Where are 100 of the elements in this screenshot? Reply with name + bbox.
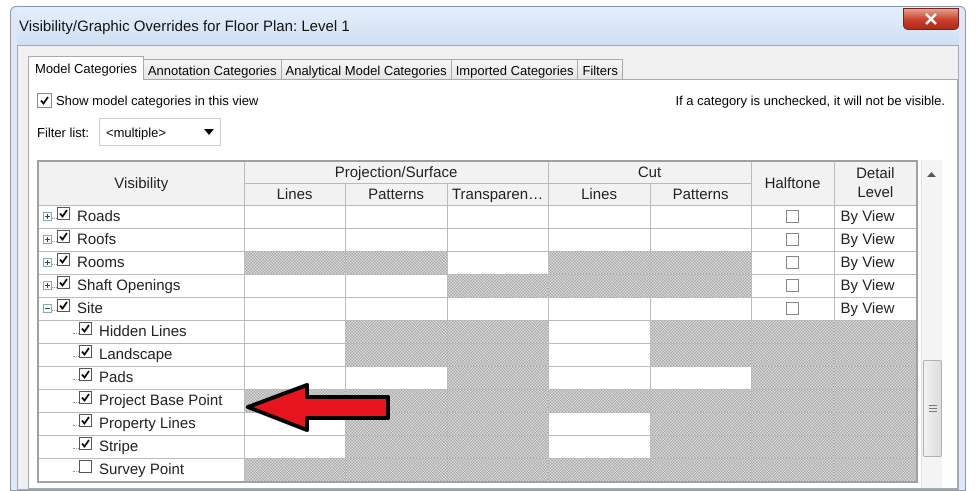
- override-cell[interactable]: [345, 366, 447, 389]
- collapse-icon[interactable]: [43, 304, 52, 313]
- category-name[interactable]: Roads: [77, 208, 120, 225]
- column-group-header: Projection/Surface: [244, 161, 548, 183]
- checkbox[interactable]: [786, 302, 800, 315]
- detail-level-cell[interactable]: By View: [834, 297, 918, 320]
- check-icon: [59, 255, 68, 264]
- column-header[interactable]: Patterns: [345, 183, 447, 205]
- filter-label: Filter list:: [37, 124, 89, 140]
- checkbox[interactable]: [79, 414, 92, 427]
- expand-icon[interactable]: [43, 281, 52, 290]
- checkbox[interactable]: [79, 368, 92, 381]
- halftone-cell[interactable]: [751, 228, 834, 251]
- check-icon: [40, 96, 49, 104]
- expand-icon[interactable]: [43, 258, 52, 267]
- scrollbar[interactable]: [921, 160, 942, 488]
- check-icon: [59, 301, 68, 310]
- checkbox[interactable]: [786, 210, 800, 223]
- tab[interactable]: Annotation Categories: [142, 59, 282, 80]
- override-cell[interactable]: [548, 320, 650, 343]
- override-cell[interactable]: [548, 297, 650, 320]
- check-icon: [81, 439, 90, 448]
- check-icon: [81, 324, 90, 333]
- checkbox[interactable]: [57, 299, 70, 312]
- detail-level-cell[interactable]: By View: [834, 228, 918, 251]
- check-icon: [59, 232, 68, 241]
- close-icon: [924, 13, 938, 25]
- halftone-cell[interactable]: [751, 251, 834, 274]
- close-button[interactable]: [903, 8, 959, 30]
- override-cell[interactable]: [244, 366, 345, 389]
- halftone-cell[interactable]: [751, 297, 834, 320]
- check-icon: [81, 347, 90, 356]
- checkbox[interactable]: [786, 256, 800, 269]
- column-header[interactable]: Detail Level: [834, 161, 918, 205]
- scroll-thumb[interactable]: [923, 360, 942, 457]
- tab[interactable]: Filters: [577, 59, 623, 80]
- override-cell[interactable]: [447, 205, 548, 228]
- checkbox[interactable]: [57, 253, 70, 266]
- override-cell[interactable]: [548, 343, 650, 366]
- column-group-header: Cut: [548, 161, 752, 183]
- detail-level-cell[interactable]: By View: [834, 274, 918, 297]
- override-cell[interactable]: [650, 228, 752, 251]
- override-cell[interactable]: [345, 228, 447, 251]
- caret-icon: [204, 129, 214, 135]
- expand-icon[interactable]: [43, 212, 52, 221]
- column-header[interactable]: Halftone: [751, 161, 834, 205]
- checkbox[interactable]: [57, 230, 70, 243]
- checkbox[interactable]: [79, 322, 92, 335]
- override-cell[interactable]: [548, 228, 650, 251]
- override-cell[interactable]: [345, 274, 447, 297]
- column-header[interactable]: Lines: [548, 183, 650, 205]
- override-cell[interactable]: [650, 366, 752, 389]
- column-header[interactable]: Transparen…: [447, 183, 548, 205]
- checkbox[interactable]: [79, 391, 92, 404]
- filter-dropdown[interactable]: <multiple>: [99, 118, 221, 146]
- checkbox[interactable]: [37, 92, 52, 108]
- override-cell[interactable]: [650, 297, 752, 320]
- override-cell[interactable]: [244, 435, 345, 458]
- tab[interactable]: Analytical Model Categories: [280, 59, 452, 80]
- checkbox[interactable]: [786, 279, 800, 292]
- category-name[interactable]: Rooms: [77, 254, 125, 271]
- expand-icon[interactable]: [43, 235, 52, 244]
- tab[interactable]: Imported Categories: [450, 59, 578, 80]
- override-cell[interactable]: [447, 228, 548, 251]
- checkbox[interactable]: [79, 345, 92, 358]
- override-cell[interactable]: [345, 297, 447, 320]
- checkbox[interactable]: [57, 207, 70, 220]
- override-cell[interactable]: [548, 435, 650, 458]
- override-cell[interactable]: [548, 412, 650, 435]
- checkbox[interactable]: [786, 233, 800, 246]
- checkbox[interactable]: [57, 276, 70, 289]
- column-header[interactable]: Patterns: [650, 183, 752, 205]
- tab[interactable]: Model Categories: [28, 56, 144, 80]
- override-cell[interactable]: [244, 320, 345, 343]
- halftone-cell[interactable]: [751, 274, 834, 297]
- override-cell[interactable]: [548, 366, 650, 389]
- override-cell[interactable]: [548, 205, 650, 228]
- column-header[interactable]: Visibility: [38, 161, 244, 205]
- category-name[interactable]: Stripe: [99, 438, 138, 455]
- detail-level-cell[interactable]: By View: [834, 205, 918, 228]
- category-name[interactable]: Site: [77, 300, 103, 317]
- checkbox[interactable]: [79, 437, 92, 450]
- override-cell[interactable]: [345, 205, 447, 228]
- detail-level-cell[interactable]: By View: [834, 251, 918, 274]
- override-cell[interactable]: [244, 343, 345, 366]
- override-cell[interactable]: [244, 205, 345, 228]
- override-cell[interactable]: [244, 297, 345, 320]
- override-cell[interactable]: [447, 251, 548, 274]
- category-name[interactable]: Roofs: [77, 231, 116, 248]
- check-icon: [81, 416, 90, 425]
- override-cell[interactable]: [650, 205, 752, 228]
- category-name[interactable]: Pads: [99, 369, 134, 386]
- check-icon: [81, 393, 90, 402]
- override-cell[interactable]: [244, 228, 345, 251]
- checkbox[interactable]: [79, 460, 92, 473]
- halftone-cell[interactable]: [751, 205, 834, 228]
- column-header[interactable]: Lines: [244, 183, 345, 205]
- override-cell[interactable]: [244, 274, 345, 297]
- override-cell[interactable]: [447, 297, 548, 320]
- scroll-up-icon[interactable]: [927, 172, 936, 177]
